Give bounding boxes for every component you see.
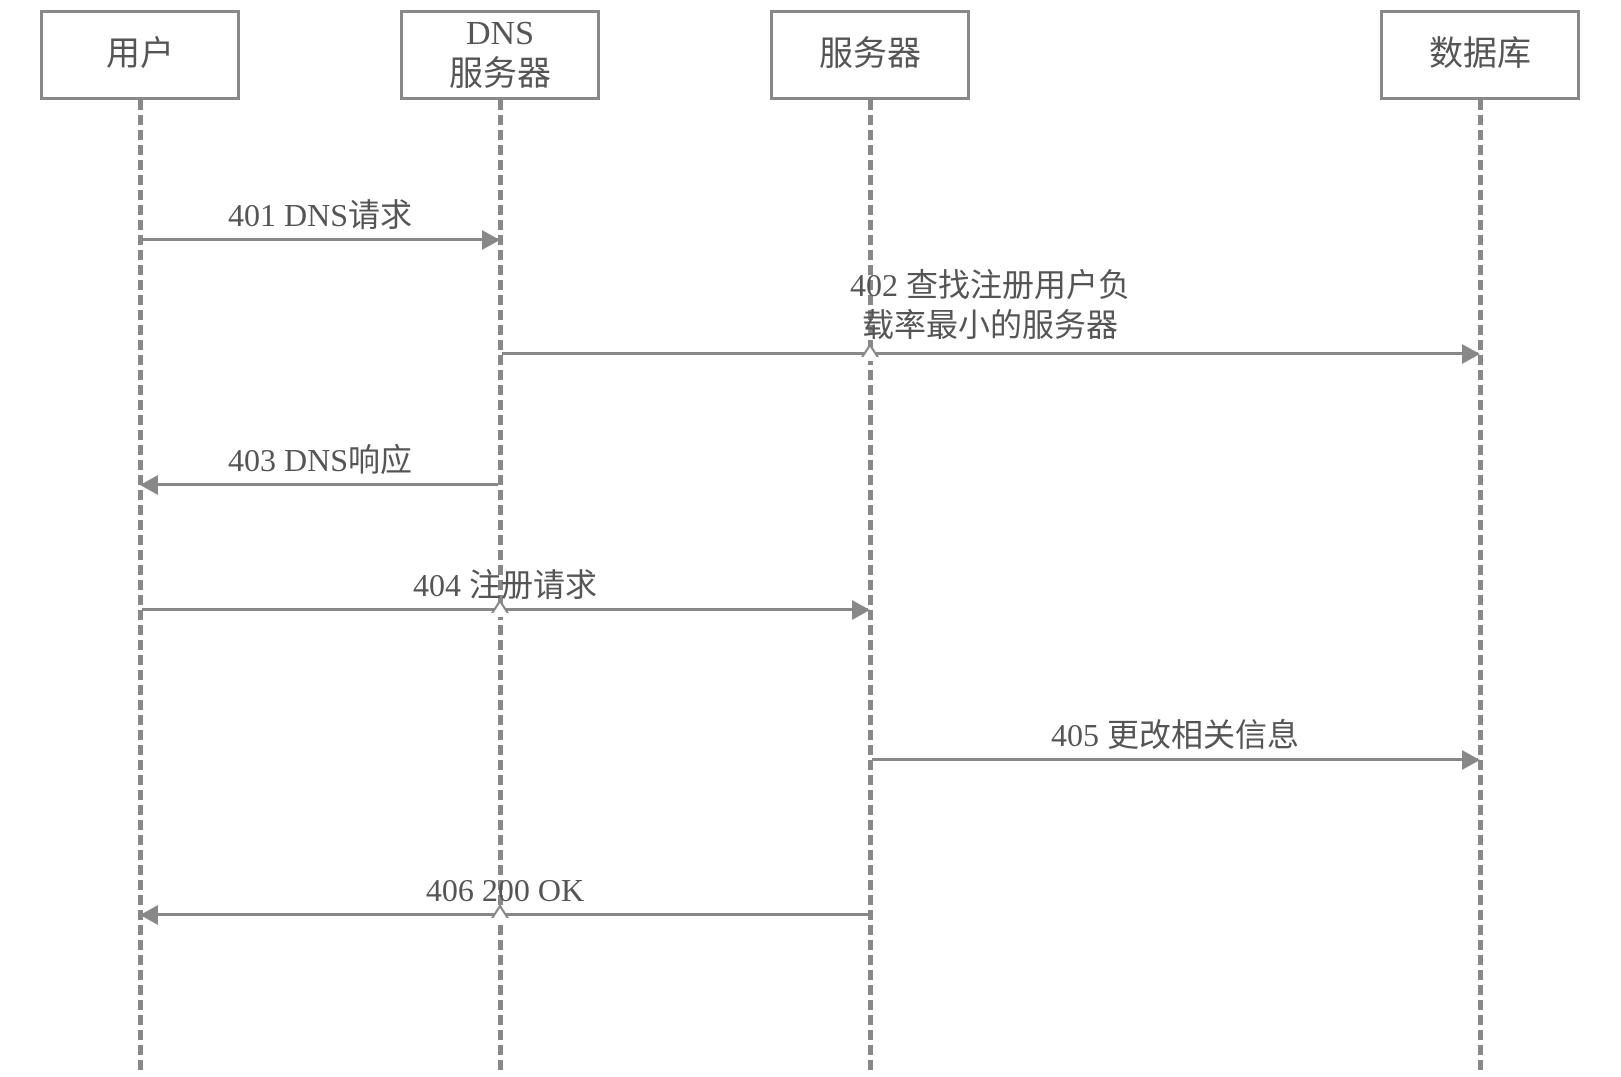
participant-database: 数据库 — [1380, 10, 1580, 100]
arrowhead-right-icon — [852, 600, 870, 620]
message-label-402: 402 查找注册用户负 载率最小的服务器 — [500, 265, 1480, 345]
message-arrow-406 — [142, 913, 868, 916]
arrowhead-left-icon — [140, 905, 158, 925]
pass-through-notch-icon — [861, 343, 879, 357]
message-arrow-403 — [142, 483, 498, 486]
participant-dns: DNS 服务器 — [400, 10, 600, 100]
message-arrow-402 — [502, 352, 1478, 355]
sequence-diagram: 用户 DNS 服务器 服务器 数据库 401 DNS请求 402 查找注册用户负… — [0, 0, 1621, 1077]
message-label-405: 405 更改相关信息 — [870, 715, 1480, 755]
arrowhead-right-icon — [482, 230, 500, 250]
arrowhead-right-icon — [1462, 750, 1480, 770]
message-label-403: 403 DNS响应 — [140, 440, 500, 480]
arrowhead-left-icon — [140, 475, 158, 495]
pass-through-notch-icon — [491, 904, 509, 918]
message-arrow-404 — [142, 608, 868, 611]
pass-through-notch-icon — [491, 599, 509, 613]
participant-user: 用户 — [40, 10, 240, 100]
arrowhead-right-icon — [1462, 344, 1480, 364]
message-arrow-401 — [142, 238, 498, 241]
message-arrow-405 — [872, 758, 1478, 761]
participant-server: 服务器 — [770, 10, 970, 100]
message-label-401: 401 DNS请求 — [140, 195, 500, 235]
lifeline-database — [1478, 100, 1483, 1070]
